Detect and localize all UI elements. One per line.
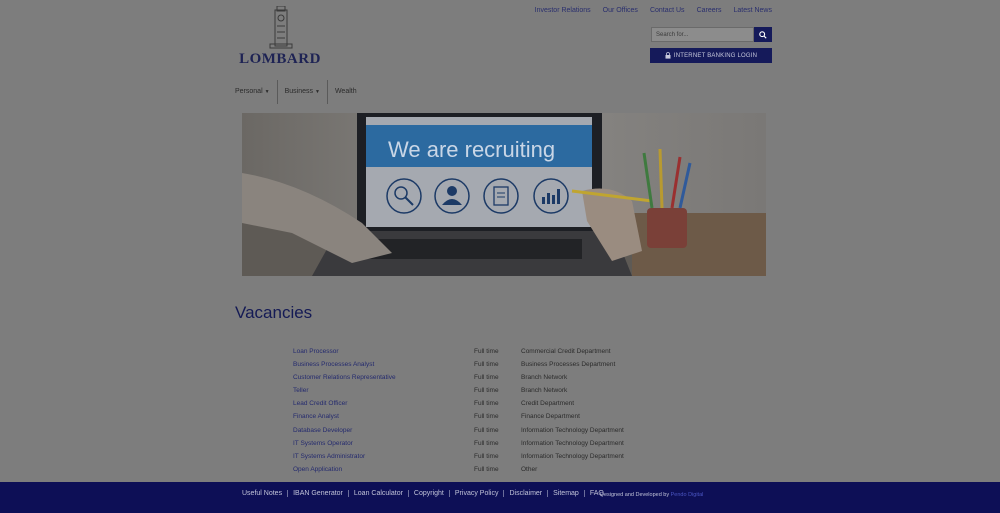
vacancy-title-link[interactable]: IT Systems Operator xyxy=(293,439,353,448)
search-button[interactable] xyxy=(754,27,772,42)
brand-name: LOMBARD xyxy=(239,51,321,67)
footer-link-disclaimer[interactable]: Disclaimer xyxy=(503,490,547,497)
vacancy-row: Loan Processor Full time Commercial Cred… xyxy=(293,347,713,360)
vacancy-list: Loan Processor Full time Commercial Cred… xyxy=(293,347,713,478)
vacancy-type: Full time xyxy=(474,426,499,434)
vacancy-department: Branch Network xyxy=(521,387,568,395)
vacancy-title-link[interactable]: Teller xyxy=(293,386,309,395)
top-nav-contact-us[interactable]: Contact Us xyxy=(650,7,685,14)
banner-headline: We are recruiting xyxy=(388,137,555,162)
nav-wealth[interactable]: Wealth xyxy=(326,80,364,104)
lock-icon xyxy=(665,52,671,59)
vacancy-department: Finance Department xyxy=(521,413,580,421)
vacancy-type: Full time xyxy=(474,348,499,355)
recruiting-banner: We are recruiting xyxy=(242,113,766,276)
vacancy-title-link[interactable]: Business Processes Analyst xyxy=(293,360,374,369)
top-nav-careers[interactable]: Careers xyxy=(697,7,722,14)
credit-prefix: Designed and Developed by xyxy=(600,492,670,498)
main-nav: Personal ▼ Business ▼ Wealth xyxy=(235,80,364,104)
search-input[interactable]: Search for... xyxy=(651,27,754,42)
vacancy-title-link[interactable]: Loan Processor xyxy=(293,347,339,356)
vacancy-type: Full time xyxy=(474,374,499,382)
vacancy-type: Full time xyxy=(474,361,499,369)
footer-links: Useful Notes IBAN Generator Loan Calcula… xyxy=(242,490,609,497)
vacancy-title-link[interactable]: Database Developer xyxy=(293,426,352,435)
vacancy-title-link[interactable]: Customer Relations Representative xyxy=(293,373,396,382)
footer-link-privacy-policy[interactable]: Privacy Policy xyxy=(448,490,504,497)
vacancy-row: Business Processes Analyst Full time Bus… xyxy=(293,360,713,373)
vacancy-row: Open Application Full time Other xyxy=(293,465,713,478)
footer-link-iban-generator[interactable]: IBAN Generator xyxy=(287,490,348,497)
vacancy-department: Business Processes Department xyxy=(521,361,616,369)
vacancy-title-link[interactable]: IT Systems Administrator xyxy=(293,452,365,461)
vacancy-title-link[interactable]: Open Application xyxy=(293,465,342,474)
vacancy-type: Full time xyxy=(474,439,499,447)
nav-personal-label: Personal xyxy=(235,88,263,95)
footer-link-useful-notes[interactable]: Useful Notes xyxy=(242,490,287,497)
vacancy-title-link[interactable]: Lead Credit Officer xyxy=(293,399,347,408)
vacancies-heading: Vacancies xyxy=(235,303,313,322)
tower-logo-icon xyxy=(269,6,293,49)
vacancy-type: Full time xyxy=(474,387,499,395)
caret-down-icon: ▼ xyxy=(264,89,270,95)
internet-banking-login-button[interactable]: INTERNET BANKING LOGIN xyxy=(650,48,772,63)
vacancy-row: Lead Credit Officer Full time Credit Dep… xyxy=(293,399,713,412)
vacancy-department: Information Technology Department xyxy=(521,452,624,460)
top-nav-latest-news[interactable]: Latest News xyxy=(733,7,772,14)
vacancy-type: Full time xyxy=(474,465,499,473)
vacancy-row: Customer Relations Representative Full t… xyxy=(293,373,713,386)
search-icon xyxy=(759,30,767,39)
vacancy-type: Full time xyxy=(474,452,499,460)
vacancy-department: Information Technology Department xyxy=(521,426,624,434)
lombard-logo[interactable]: LOMBARD xyxy=(234,6,326,68)
footer: Useful Notes IBAN Generator Loan Calcula… xyxy=(0,482,1000,513)
top-nav-our-offices[interactable]: Our Offices xyxy=(603,7,638,14)
internet-banking-label: INTERNET BANKING LOGIN xyxy=(673,52,758,59)
developer-credit: Designed and Developed by Pendo Digital xyxy=(600,492,703,498)
caret-down-icon: ▼ xyxy=(315,89,320,95)
vacancy-department: Credit Department xyxy=(521,400,575,408)
vacancy-type: Full time xyxy=(474,413,499,421)
nav-personal[interactable]: Personal ▼ xyxy=(235,80,277,104)
footer-link-loan-calculator[interactable]: Loan Calculator xyxy=(347,490,408,497)
vacancy-row: Teller Full time Branch Network xyxy=(293,386,713,399)
footer-link-copyright[interactable]: Copyright xyxy=(407,490,449,497)
vacancy-row: IT Systems Administrator Full time Infor… xyxy=(293,452,713,465)
vacancy-department: Information Technology Department xyxy=(521,439,624,447)
top-nav-investor-relations[interactable]: Investor Relations xyxy=(535,7,591,14)
top-nav: Investor Relations Our Offices Contact U… xyxy=(535,7,772,14)
nav-business[interactable]: Business ▼ xyxy=(276,80,327,104)
developer-link[interactable]: Pendo Digital xyxy=(671,492,704,498)
vacancy-department: Branch Network xyxy=(521,374,568,382)
vacancy-type: Full time xyxy=(474,400,499,408)
nav-business-label: Business xyxy=(284,88,313,95)
nav-wealth-label: Wealth xyxy=(334,88,357,95)
vacancy-row: Finance Analyst Full time Finance Depart… xyxy=(293,412,713,425)
vacancy-row: Database Developer Full time Information… xyxy=(293,426,713,439)
footer-link-sitemap[interactable]: Sitemap xyxy=(547,490,584,497)
vacancy-title-link[interactable]: Finance Analyst xyxy=(293,412,339,421)
vacancy-row: IT Systems Operator Full time Informatio… xyxy=(293,439,713,452)
vacancy-department: Other xyxy=(521,465,538,473)
vacancy-department: Commercial Credit Department xyxy=(521,348,611,355)
